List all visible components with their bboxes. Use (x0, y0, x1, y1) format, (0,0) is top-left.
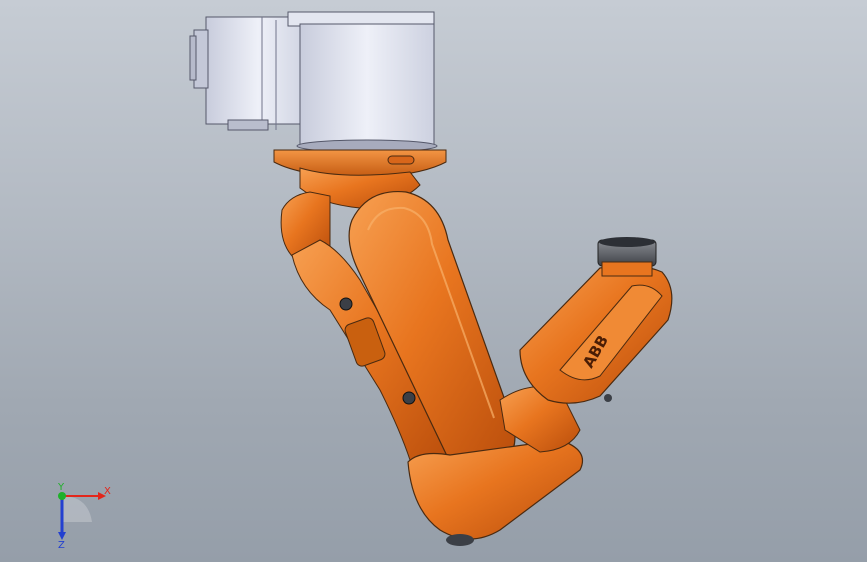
x-axis-label: X (104, 486, 111, 497)
cad-graphics-viewport[interactable]: ABB (0, 0, 867, 562)
y-axis-dot (58, 492, 66, 500)
robot-arm-model[interactable]: ABB (0, 0, 867, 562)
base-motor-box (189, 16, 311, 131)
tool-flange (597, 237, 657, 277)
z-axis-label: Z (58, 540, 65, 550)
base-drum (287, 11, 438, 153)
y-axis-label: Y (57, 482, 65, 493)
coordinate-triad: X Y Z (48, 480, 118, 551)
wrist-housing: ABB (519, 265, 673, 404)
